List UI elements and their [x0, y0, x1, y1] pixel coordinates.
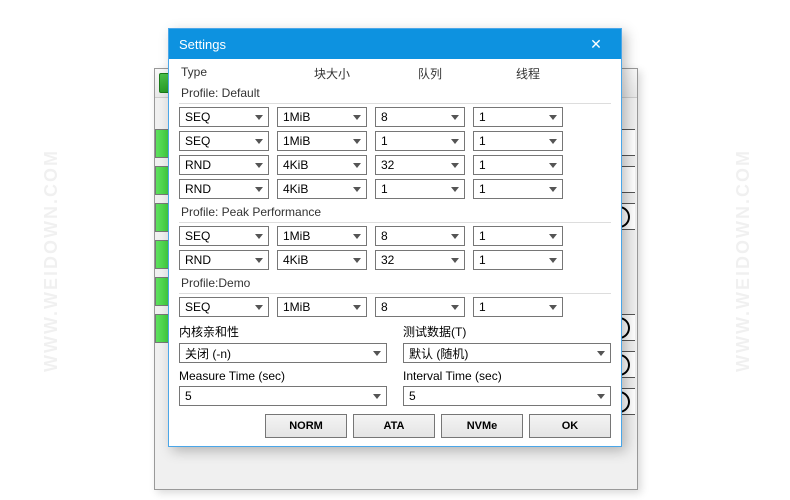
header-type: Type: [179, 65, 283, 82]
combo-value: 1MiB: [283, 134, 310, 148]
default-queue-combo[interactable]: 8: [375, 107, 465, 127]
affinity-combo[interactable]: 关闭 (-n): [179, 343, 387, 363]
interval-label: Interval Time (sec): [403, 367, 611, 386]
default-threads-combo[interactable]: 1: [473, 179, 563, 199]
default-type-combo[interactable]: RND: [179, 155, 269, 175]
titlebar[interactable]: Settings ✕: [169, 29, 621, 59]
combo-value: 8: [381, 300, 388, 314]
combo-value: 1: [479, 182, 486, 196]
combo-value: 1: [479, 253, 486, 267]
demo-type-combo[interactable]: SEQ: [179, 297, 269, 317]
combo-value: 默认 (随机): [409, 345, 468, 362]
demo-threads-combo[interactable]: 1: [473, 297, 563, 317]
testdata-combo[interactable]: 默认 (随机): [403, 343, 611, 363]
combo-value: SEQ: [185, 229, 210, 243]
combo-value: 4KiB: [283, 182, 308, 196]
profile-demo-label: Profile:Demo: [179, 274, 611, 294]
measure-combo[interactable]: 5: [179, 386, 387, 406]
combo-value: 1: [479, 158, 486, 172]
settings-dialog: Settings ✕ Type 块大小 队列 线程 Profile: Defau…: [168, 28, 622, 447]
watermark-right: WWW.WEIDOWN.COM: [733, 149, 754, 372]
ata-button[interactable]: ATA: [353, 414, 435, 438]
default-threads-combo[interactable]: 1: [473, 155, 563, 175]
combo-value: 1MiB: [283, 229, 310, 243]
header-queue: 队列: [381, 65, 479, 82]
combo-value: 1: [381, 182, 388, 196]
column-headers: Type 块大小 队列 线程: [179, 65, 611, 82]
profile-default-label: Profile: Default: [179, 84, 611, 104]
default-block-combo[interactable]: 1MiB: [277, 131, 367, 151]
default-queue-combo[interactable]: 1: [375, 179, 465, 199]
measure-label: Measure Time (sec): [179, 367, 387, 386]
peak-type-combo[interactable]: SEQ: [179, 226, 269, 246]
default-block-combo[interactable]: 1MiB: [277, 107, 367, 127]
ok-button[interactable]: OK: [529, 414, 611, 438]
watermark-left: WWW.WEIDOWN.COM: [41, 149, 62, 372]
close-button[interactable]: ✕: [581, 29, 611, 59]
combo-value: 32: [381, 253, 394, 267]
profile-row: SEQ 1MiB 8 1: [179, 226, 611, 246]
peak-type-combo[interactable]: RND: [179, 250, 269, 270]
header-threads: 线程: [479, 65, 577, 82]
combo-value: 8: [381, 110, 388, 124]
profile-row: SEQ 1MiB 8 1: [179, 107, 611, 127]
combo-value: SEQ: [185, 134, 210, 148]
combo-value: 1: [479, 300, 486, 314]
peak-queue-combo[interactable]: 8: [375, 226, 465, 246]
combo-value: RND: [185, 158, 211, 172]
close-icon: ✕: [590, 36, 602, 53]
combo-value: 32: [381, 158, 394, 172]
peak-threads-combo[interactable]: 1: [473, 226, 563, 246]
combo-value: 1MiB: [283, 110, 310, 124]
default-threads-combo[interactable]: 1: [473, 131, 563, 151]
profile-row: SEQ 1MiB 8 1: [179, 297, 611, 317]
combo-value: 4KiB: [283, 253, 308, 267]
default-type-combo[interactable]: SEQ: [179, 107, 269, 127]
profile-row: RND 4KiB 32 1: [179, 250, 611, 270]
default-block-combo[interactable]: 4KiB: [277, 179, 367, 199]
default-queue-combo[interactable]: 1: [375, 131, 465, 151]
interval-combo[interactable]: 5: [403, 386, 611, 406]
combo-value: 关闭 (-n): [185, 345, 231, 362]
default-queue-combo[interactable]: 32: [375, 155, 465, 175]
button-row: NORM ATA NVMe OK: [179, 414, 611, 438]
demo-block-combo[interactable]: 1MiB: [277, 297, 367, 317]
combo-value: 5: [409, 389, 416, 403]
peak-queue-combo[interactable]: 32: [375, 250, 465, 270]
peak-threads-combo[interactable]: 1: [473, 250, 563, 270]
profile-row: RND 4KiB 32 1: [179, 155, 611, 175]
combo-value: RND: [185, 182, 211, 196]
profile-row: SEQ 1MiB 1 1: [179, 131, 611, 151]
combo-value: 1: [479, 110, 486, 124]
norm-button[interactable]: NORM: [265, 414, 347, 438]
combo-value: 4KiB: [283, 158, 308, 172]
combo-value: 1: [479, 229, 486, 243]
default-block-combo[interactable]: 4KiB: [277, 155, 367, 175]
combo-value: SEQ: [185, 300, 210, 314]
combo-value: 1: [479, 134, 486, 148]
default-threads-combo[interactable]: 1: [473, 107, 563, 127]
combo-value: 5: [185, 389, 192, 403]
combo-value: 8: [381, 229, 388, 243]
nvme-button[interactable]: NVMe: [441, 414, 523, 438]
profile-peak-label: Profile: Peak Performance: [179, 203, 611, 223]
combo-value: 1MiB: [283, 300, 310, 314]
combo-value: SEQ: [185, 110, 210, 124]
affinity-label: 内核亲和性: [179, 321, 387, 343]
default-type-combo[interactable]: RND: [179, 179, 269, 199]
header-block: 块大小: [283, 65, 381, 82]
peak-block-combo[interactable]: 4KiB: [277, 250, 367, 270]
peak-block-combo[interactable]: 1MiB: [277, 226, 367, 246]
demo-queue-combo[interactable]: 8: [375, 297, 465, 317]
combo-value: RND: [185, 253, 211, 267]
combo-value: 1: [381, 134, 388, 148]
dialog-title: Settings: [179, 37, 581, 52]
testdata-label: 测试数据(T): [403, 321, 611, 343]
profile-row: RND 4KiB 1 1: [179, 179, 611, 199]
default-type-combo[interactable]: SEQ: [179, 131, 269, 151]
